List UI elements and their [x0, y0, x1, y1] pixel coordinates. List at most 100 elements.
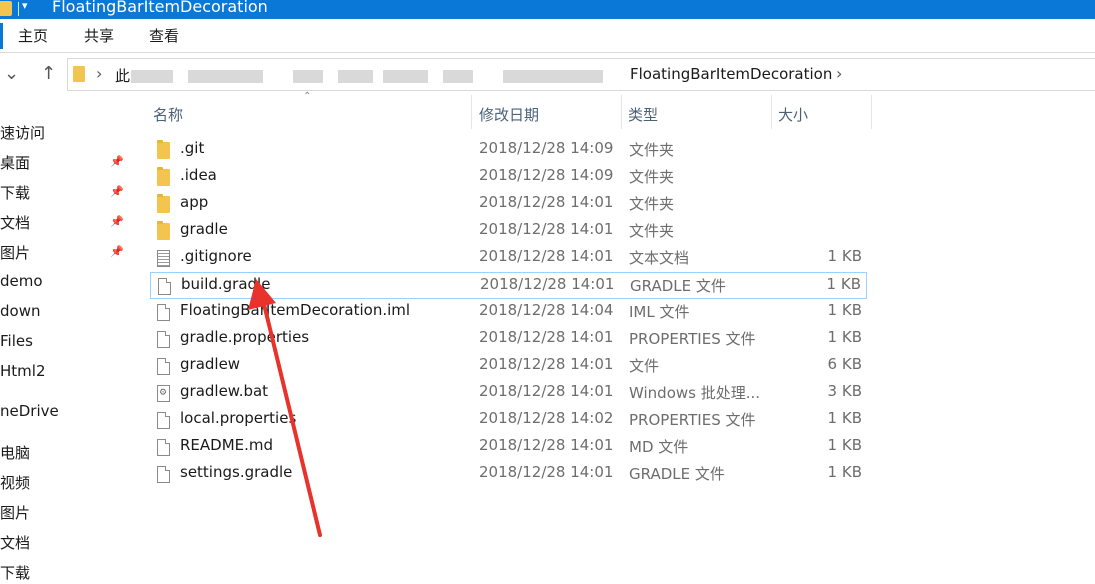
recent-locations-icon[interactable]: ⌄ [4, 63, 19, 84]
file-name: .git [180, 139, 205, 157]
file-icon [157, 331, 170, 348]
chevron-right-icon[interactable]: › [836, 64, 842, 83]
file-type: GRADLE 文件 [629, 465, 725, 483]
file-modified: 2018/12/28 14:01 [479, 463, 614, 481]
sidebar-item[interactable]: 速访问 [0, 122, 45, 143]
sidebar-item[interactable]: Files [0, 332, 33, 350]
file-type: 文件 [629, 357, 660, 375]
file-row[interactable]: gradlew.bat 2018/12/28 14:01 Windows 批处理..… [150, 380, 867, 407]
redacted-path [188, 70, 263, 83]
file-row[interactable]: .git 2018/12/28 14:09 文件夹 [150, 137, 867, 164]
file-size: 1 KB [827, 409, 862, 427]
column-header-type[interactable]: 类型 [628, 104, 658, 125]
file-size: 3 KB [827, 382, 862, 400]
file-row[interactable]: settings.gradle 2018/12/28 14:01 GRADLE 文件… [150, 461, 867, 488]
sidebar-item[interactable]: 文档 [0, 532, 30, 553]
file-name: gradlew.bat [180, 382, 269, 400]
file-size: 1 KB [826, 275, 861, 293]
file-icon [157, 466, 170, 483]
redacted-path [338, 70, 373, 83]
file-modified: 2018/12/28 14:01 [480, 275, 615, 293]
column-header-size[interactable]: 大小 [778, 104, 808, 125]
pin-icon[interactable]: 📌 [110, 155, 124, 168]
file-row[interactable]: build.gradle 2018/12/28 14:01 GRADLE 文件 1 K… [150, 272, 867, 299]
pin-icon[interactable]: 📌 [110, 245, 124, 258]
sidebar-item[interactable]: 桌面 [0, 152, 30, 173]
tab-share[interactable]: 共享 [84, 25, 114, 46]
folder-icon [0, 1, 12, 16]
file-row[interactable]: .gitignore 2018/12/28 14:01 文本文档 1 KB [150, 245, 867, 272]
redacted-path [131, 70, 173, 83]
folder-icon [73, 66, 85, 82]
file-row[interactable]: FloatingBarItemDecoration.iml 2018/12/28 … [150, 299, 867, 326]
file-size: 1 KB [827, 463, 862, 481]
pin-icon[interactable]: 📌 [110, 215, 124, 228]
sidebar-item[interactable]: Html2 [0, 362, 45, 380]
file-row[interactable]: .idea 2018/12/28 14:09 文件夹 [150, 164, 867, 191]
file-row[interactable]: app 2018/12/28 14:01 文件夹 [150, 191, 867, 218]
file-modified: 2018/12/28 14:01 [479, 436, 614, 454]
column-divider[interactable] [471, 95, 472, 129]
file-size: 1 KB [827, 436, 862, 454]
pin-icon[interactable]: 📌 [110, 185, 124, 198]
column-header-name[interactable]: 名称 [153, 104, 183, 125]
file-size: 1 KB [827, 328, 862, 346]
batch-file-icon [157, 385, 170, 402]
file-modified: 2018/12/28 14:01 [479, 220, 614, 238]
sidebar-item[interactable]: down [0, 302, 40, 320]
tab-home[interactable]: 主页 [0, 23, 48, 49]
file-size: 1 KB [827, 247, 862, 265]
address-segment-root[interactable]: 此 [115, 65, 130, 86]
file-icon [158, 278, 171, 295]
file-modified: 2018/12/28 14:01 [479, 247, 614, 265]
file-type: PROPERTIES 文件 [629, 411, 756, 429]
up-arrow-icon[interactable]: ↑ [41, 63, 56, 84]
sidebar-item[interactable]: 下载 [0, 562, 30, 583]
file-name: FloatingBarItemDecoration.iml [180, 301, 411, 319]
column-divider[interactable] [771, 95, 772, 129]
ribbon-tabs: 主页 共享 查看 [0, 19, 1095, 53]
file-row[interactable]: gradle.properties 2018/12/28 14:01 PROPERT… [150, 326, 867, 353]
sidebar-item[interactable]: 文档 [0, 212, 30, 233]
file-type: 文件夹 [629, 141, 675, 159]
file-list: ⌃ 名称 修改日期 类型 大小 .git 2018/12/28 14:09 文件夹.… [140, 91, 1095, 584]
address-bar[interactable]: › 此 FloatingBarItemDecoration › [67, 58, 1095, 91]
file-row[interactable]: gradlew 2018/12/28 14:01 文件 6 KB [150, 353, 867, 380]
file-type: 文本文档 [629, 249, 690, 267]
file-type: Windows 批处理... [629, 384, 761, 402]
window-title: FloatingBarItemDecoration [52, 0, 268, 16]
chevron-right-icon[interactable]: › [96, 64, 102, 83]
file-name: gradlew [180, 355, 241, 373]
sidebar-item[interactable]: demo [0, 272, 43, 290]
folder-icon [157, 194, 170, 213]
file-row[interactable]: gradle 2018/12/28 14:01 文件夹 [150, 218, 867, 245]
file-name: app [180, 193, 209, 211]
file-type: IML 文件 [629, 303, 690, 321]
tab-view[interactable]: 查看 [149, 25, 179, 46]
quick-access-dropdown-icon[interactable]: ▾ [22, 0, 28, 12]
address-segment-current[interactable]: FloatingBarItemDecoration [630, 65, 832, 83]
file-modified: 2018/12/28 14:02 [479, 409, 614, 427]
column-divider[interactable] [871, 95, 872, 129]
file-name: README.md [180, 436, 274, 454]
sidebar-item[interactable]: neDrive [0, 402, 59, 420]
file-type: 文件夹 [629, 168, 675, 186]
column-header-modified[interactable]: 修改日期 [479, 104, 539, 125]
file-row[interactable]: local.properties 2018/12/28 14:02 PROPERTI… [150, 407, 867, 434]
sidebar-item[interactable]: 图片 [0, 242, 30, 263]
title-separator [18, 2, 19, 16]
sidebar-item[interactable]: 下载 [0, 182, 30, 203]
file-icon [157, 439, 170, 456]
sidebar-item[interactable]: 视频 [0, 472, 30, 493]
column-divider[interactable] [621, 95, 622, 129]
redacted-path [293, 70, 323, 83]
file-row[interactable]: README.md 2018/12/28 14:01 MD 文件 1 KB [150, 434, 867, 461]
navigation-pane: 速访问桌面 📌 下载 📌 文档 📌 图片 📌 demo down Files Html2 neDrive… [0, 95, 130, 584]
sidebar-item[interactable]: 电脑 [0, 442, 30, 463]
file-name: .gitignore [180, 247, 252, 265]
sidebar-item[interactable]: 图片 [0, 502, 30, 523]
title-bar: ▾ FloatingBarItemDecoration [0, 0, 1095, 19]
file-name: local.properties [180, 409, 297, 427]
file-icon [157, 412, 170, 429]
file-size: 6 KB [827, 355, 862, 373]
